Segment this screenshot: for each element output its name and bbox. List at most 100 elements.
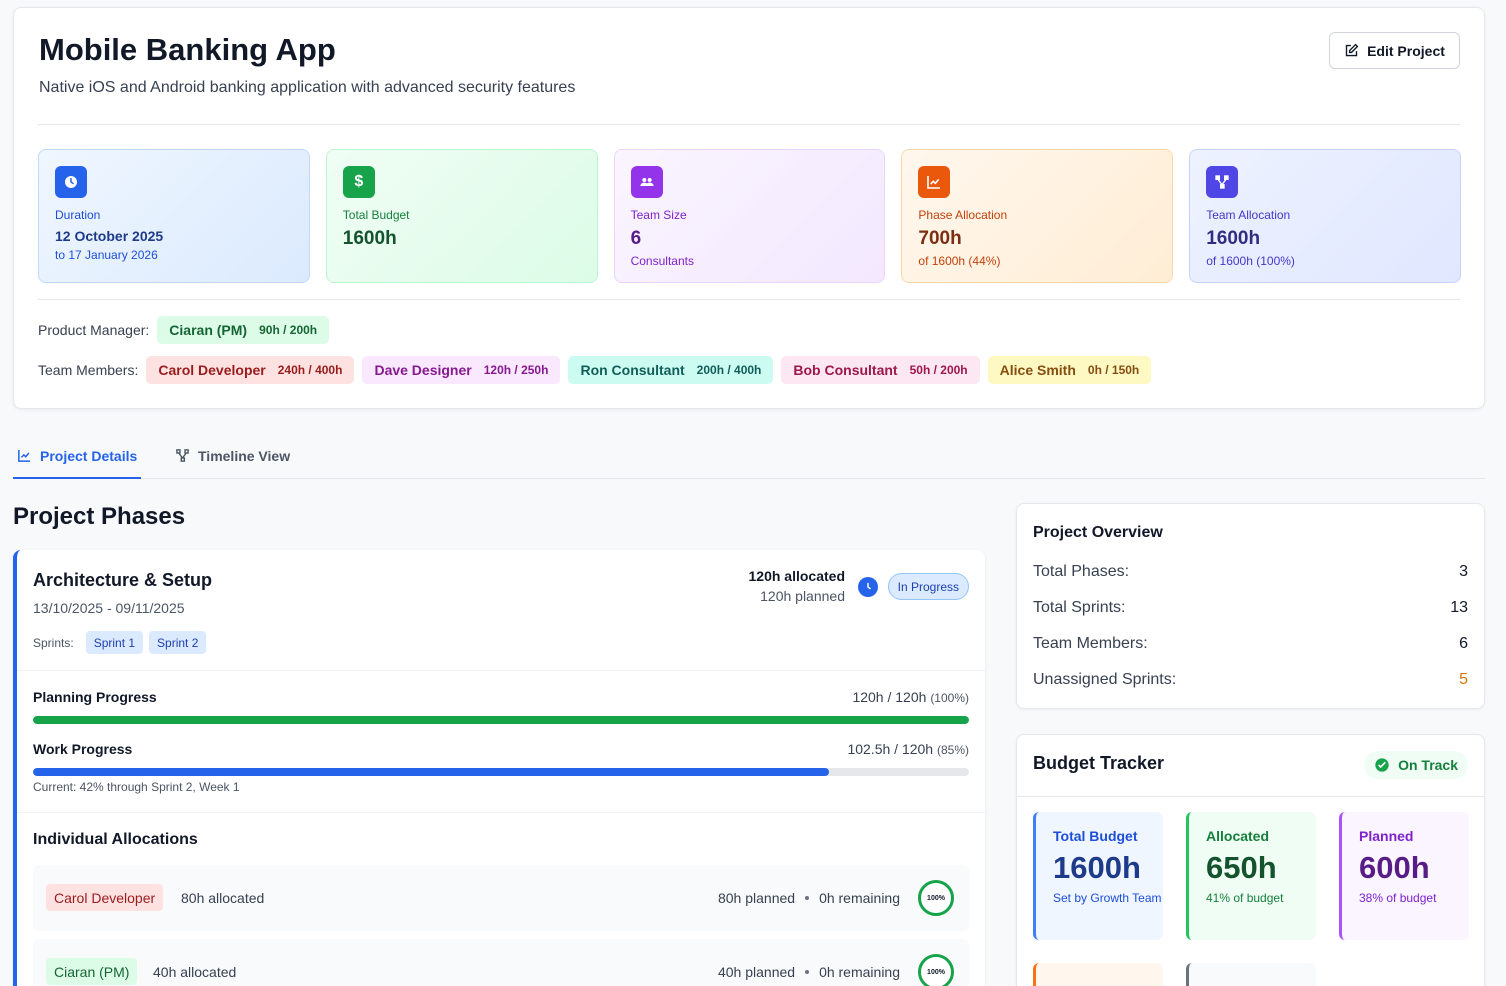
planning-progress-bar [33,716,969,724]
separator-dot [805,896,810,900]
planning-progress-value: 120h / 120h (100%) [852,689,969,705]
tab-label: Timeline View [198,448,291,464]
overview-label: Unassigned Sprints: [1033,671,1177,688]
overview-row: Total Phases: 3 [1033,563,1468,581]
planning-progress-label: Planning Progress [33,689,157,705]
stat-phase-allocation: Phase Allocation 700h of 1600h (44%) [901,149,1174,283]
individual-allocations-title: Individual Allocations [33,831,198,848]
work-progress-fill [33,768,829,776]
budget-card-value: 1600h [1053,850,1141,885]
project-phases-title: Project Phases [13,503,186,530]
team-member-pill[interactable]: Alice Smith 0h / 150h [987,356,1152,384]
allocation-planned: 80h planned [717,890,796,906]
users-icon [630,166,663,198]
edit-project-label: Edit Project [1367,42,1445,59]
planning-pct: (100%) [930,691,969,705]
member-hours: 0h / 150h [1087,363,1140,377]
work-value: 102.5h / 120h [847,741,934,757]
team-member-pill[interactable]: Bob Consultant 50h / 200h [781,356,980,384]
on-track-label: On Track [1398,757,1458,773]
product-manager-pill[interactable]: Ciaran (PM) 90h / 200h [157,316,330,344]
sprints-label: Sprints: [33,635,74,650]
project-overview-card: Project Overview Total Phases: 3 Total S… [1016,503,1485,709]
stat-value: 1600h [342,228,397,249]
sprint-chip[interactable]: Sprint 1 [85,631,144,654]
stat-label: Phase Allocation [918,208,1008,222]
allocation-allocated: 80h allocated [181,890,265,906]
phase-allocated: 120h allocated [748,568,846,584]
phase-card[interactable]: Architecture & Setup 13/10/2025 - 09/11/… [13,550,985,986]
allocation-name: Ciaran (PM) [46,958,138,985]
sprint-chip[interactable]: Sprint 2 [149,631,207,654]
divider [38,299,1460,300]
tab-bar: Project Details Timeline View [13,440,1485,479]
phase-sprints: Sprints: Sprint 1 Sprint 2 [33,631,207,654]
overview-value: 6 [1459,635,1468,652]
overview-row: Unassigned Sprints: 5 [1033,671,1468,689]
stat-sub: of 1600h (100%) [1206,254,1295,268]
member-name: Bob Consultant [793,362,898,378]
phase-planned: 120h planned [760,588,845,604]
tab-label: Project Details [40,448,138,464]
stat-value: 1600h [1206,228,1261,249]
work-progress-bar [33,768,969,776]
chart-icon [18,449,31,462]
budget-card-sub: Set by Growth Team [1053,891,1162,905]
divider [1017,796,1484,797]
clock-icon [858,577,878,597]
overview-row: Team Members: 6 [1033,635,1468,653]
team-member-pill[interactable]: Dave Designer 120h / 250h [362,356,561,384]
divider [17,812,985,813]
tab-timeline-view[interactable]: Timeline View [175,448,290,479]
phase-name: Architecture & Setup [33,570,213,590]
phase-dates: 13/10/2025 - 09/11/2025 [33,600,185,616]
completion-ring: 100% [918,880,954,916]
phase-allocation: 120h allocated 120h planned [749,568,846,604]
allocation-planned-remaining: 40h planned 0h remaining [718,964,900,980]
budget-card-total: Total Budget 1600h Set by Growth Team [1033,812,1163,940]
overview-row: Total Sprints: 13 [1033,599,1468,617]
stat-value: 12 October 2025 [55,228,164,244]
overview-label: Total Sprints: [1033,599,1126,616]
team-member-pill[interactable]: Carol Developer 240h / 400h [146,356,355,384]
budget-card-label: Allocated [1206,828,1270,844]
network-icon [176,449,189,462]
stat-label: Team Allocation [1206,208,1291,222]
chart-icon [918,166,951,198]
stat-total-budget: $ Total Budget 1600h [325,149,598,283]
stat-label: Team Size [630,208,687,222]
overview-value: 13 [1450,599,1468,616]
edit-project-button[interactable]: Edit Project [1329,32,1460,69]
stat-sub: of 1600h (44%) [918,254,1001,268]
allocation-row[interactable]: Ciaran (PM) 40h allocated 40h planned 0h… [33,939,969,986]
stat-team-size: Team Size 6 Consultants [613,149,886,283]
on-track-badge: On Track [1364,751,1468,779]
project-header-card: Mobile Banking App Native iOS and Androi… [13,7,1485,409]
network-icon [1206,166,1239,198]
pm-hours: 90h / 200h [259,323,318,337]
clock-icon [55,166,87,198]
planning-progress-fill [33,716,969,724]
overview-label: Total Phases: [1033,563,1130,580]
product-manager-label: Product Manager: [38,322,150,338]
product-manager-row: Product Manager: Ciaran (PM) 90h / 200h [38,316,330,344]
current-progress-note: Current: 42% through Sprint 2, Week 1 [33,780,240,794]
budget-card-allocated: Allocated 650h 41% of budget [1186,812,1316,940]
team-members-label: Team Members: [38,362,139,378]
overview-title: Project Overview [1033,524,1163,541]
allocation-row[interactable]: Carol Developer 80h allocated 80h planne… [33,865,969,931]
stat-duration: Duration 12 October 2025 to 17 January 2… [38,149,310,283]
check-circle-icon [1375,758,1389,772]
project-title: Mobile Banking App [39,32,336,67]
stat-value: 6 [630,228,642,249]
member-name: Alice Smith [999,362,1076,378]
budget-card-planned: Planned 600h 38% of budget [1339,812,1469,940]
project-description: Native iOS and Android banking applicati… [39,79,576,96]
divider [38,124,1460,125]
edit-icon [1345,43,1359,57]
tab-project-details[interactable]: Project Details [13,448,142,479]
work-pct: (85%) [936,743,969,757]
stat-team-allocation: Team Allocation 1600h of 1600h (100%) [1189,149,1461,283]
team-member-pill[interactable]: Ron Consultant 200h / 400h [568,356,774,384]
stat-sub: Consultants [630,254,694,268]
